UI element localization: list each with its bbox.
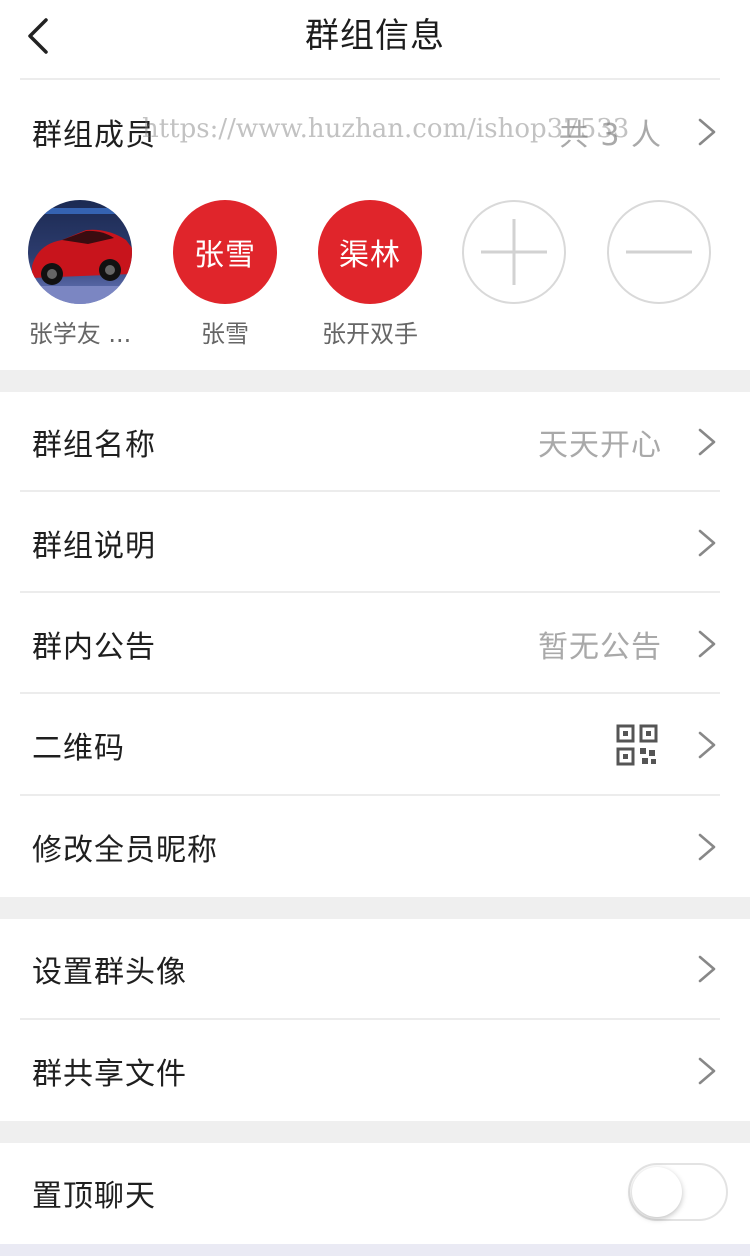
chevron-right-icon <box>698 731 716 759</box>
divider <box>20 490 720 492</box>
divider <box>20 78 720 80</box>
chevron-right-icon <box>698 428 716 456</box>
group-announcement-row[interactable]: 群内公告 暂无公告 <box>0 594 750 694</box>
plus-icon <box>462 200 566 304</box>
minus-icon <box>607 200 711 304</box>
member-name: 张雪 <box>201 320 249 348</box>
avatar: 渠林 <box>318 200 422 304</box>
group-members-label: 群组成员 <box>32 118 156 153</box>
row-label: 群内公告 <box>32 630 156 665</box>
edit-all-nicknames-row[interactable]: 修改全员昵称 <box>0 797 750 897</box>
set-group-avatar-row[interactable]: 设置群头像 <box>0 919 750 1019</box>
row-label: 群共享文件 <box>32 1057 187 1092</box>
chevron-right-icon <box>698 118 716 146</box>
group-description-row[interactable]: 群组说明 <box>0 493 750 593</box>
member-item[interactable]: 张学友 ... <box>20 200 140 350</box>
divider <box>20 692 720 694</box>
group-name-value: 天天开心 <box>538 428 662 463</box>
section-gap <box>0 1121 750 1143</box>
row-label: 修改全员昵称 <box>32 833 218 868</box>
chevron-right-icon <box>698 529 716 557</box>
group-name-row[interactable]: 群组名称 天天开心 <box>0 392 750 492</box>
group-members-row[interactable]: 群组成员 共 3 人 <box>0 82 750 182</box>
row-label: 设置群头像 <box>32 955 187 990</box>
row-label: 群组说明 <box>32 529 156 564</box>
avatar: 张雪 <box>173 200 277 304</box>
chevron-right-icon <box>698 630 716 658</box>
remove-member-button[interactable] <box>599 200 719 350</box>
divider <box>20 794 720 796</box>
divider <box>20 591 720 593</box>
member-count: 共 3 人 <box>558 118 662 153</box>
divider <box>20 1018 720 1020</box>
top-bar: 群组信息 <box>0 0 750 80</box>
chevron-right-icon <box>698 833 716 861</box>
member-avatars: 张学友 ... 张雪 张雪 渠林 张开双手 <box>0 200 750 350</box>
bottom-edge <box>0 1244 750 1256</box>
avatar-car-photo <box>28 200 132 304</box>
group-shared-files-row[interactable]: 群共享文件 <box>0 1021 750 1121</box>
add-member-button[interactable] <box>454 200 574 350</box>
row-label: 群组名称 <box>32 428 156 463</box>
qr-code-row[interactable]: 二维码 <box>0 695 750 795</box>
chevron-right-icon <box>698 1057 716 1085</box>
row-label: 二维码 <box>32 731 125 766</box>
member-name: 张学友 ... <box>28 320 132 348</box>
page-title: 群组信息 <box>305 16 445 56</box>
pin-chat-toggle[interactable] <box>628 1163 728 1221</box>
section-gap <box>0 897 750 919</box>
section-gap <box>0 370 750 392</box>
member-item[interactable]: 渠林 张开双手 <box>310 200 430 350</box>
chevron-right-icon <box>698 955 716 983</box>
member-item[interactable]: 张雪 张雪 <box>165 200 285 350</box>
toggle-knob <box>632 1167 682 1217</box>
announcement-value: 暂无公告 <box>538 630 662 665</box>
member-name: 张开双手 <box>322 320 418 348</box>
qr-code-icon <box>616 724 658 766</box>
row-label: 置顶聊天 <box>32 1179 156 1214</box>
